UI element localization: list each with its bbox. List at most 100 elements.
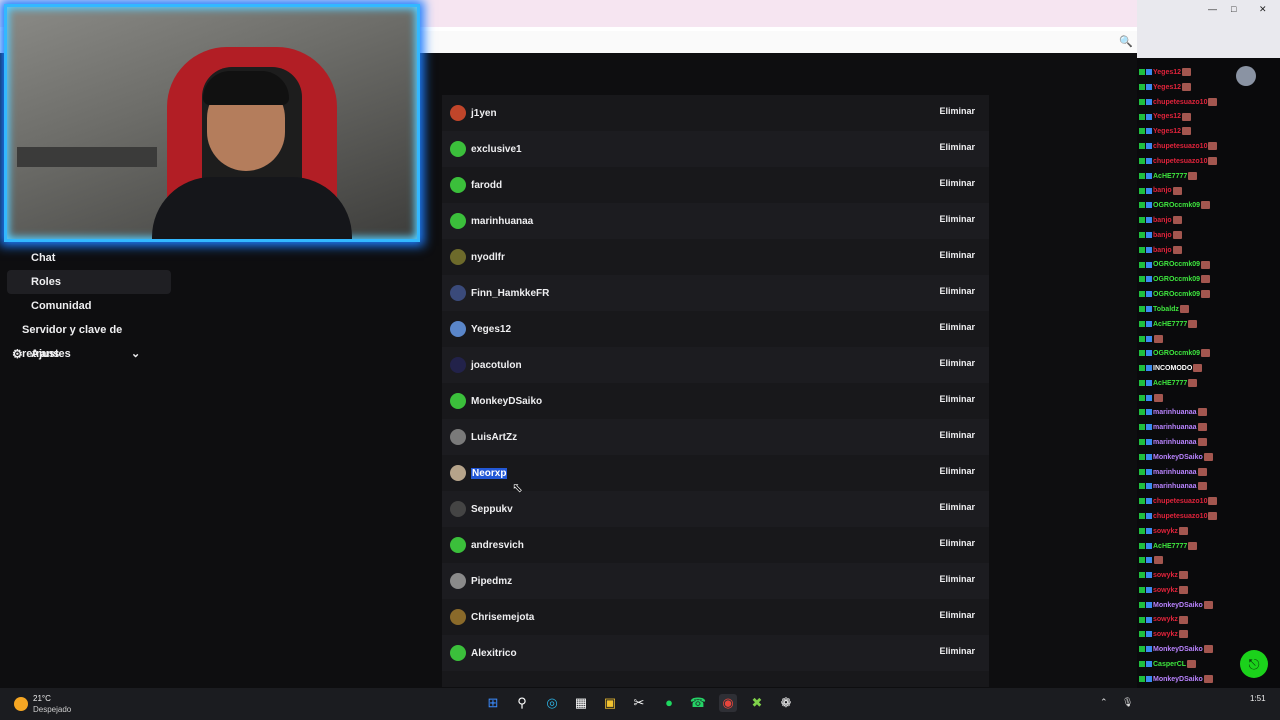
remove-user-button[interactable]: Eliminar	[939, 286, 975, 296]
chat-username[interactable]: marinhuanaa	[1153, 469, 1197, 476]
chat-username[interactable]: Yeges12	[1153, 113, 1181, 120]
chat-username[interactable]: Tobaldz	[1153, 306, 1179, 313]
avatar	[450, 537, 466, 553]
chat-username[interactable]: AcHE7777	[1153, 173, 1187, 180]
chat-username[interactable]: CasperCL	[1153, 661, 1186, 668]
app-icon[interactable]: ❁	[777, 694, 795, 712]
chat-username[interactable]: chupetesuazo10	[1153, 143, 1207, 150]
remove-user-button[interactable]: Eliminar	[939, 178, 975, 188]
chat-username[interactable]: sowykz	[1153, 631, 1178, 638]
chat-username[interactable]: MonkeyDSaiko	[1153, 646, 1203, 653]
chat-username[interactable]: marinhuanaa	[1153, 483, 1197, 490]
chevron-down-icon[interactable]: ⌄	[131, 342, 140, 366]
remove-user-button[interactable]: Eliminar	[939, 250, 975, 260]
headset-icon[interactable]: ⎋	[1240, 650, 1268, 678]
chat-username[interactable]: Yeges12	[1153, 128, 1181, 135]
chat-username[interactable]: OGROccmk09	[1153, 291, 1200, 298]
chat-username[interactable]: marinhuanaa	[1153, 409, 1197, 416]
username[interactable]: andresvich	[471, 540, 524, 551]
chat-username[interactable]: banjo	[1153, 232, 1172, 239]
magnifier-icon[interactable]: 🔍	[1119, 35, 1133, 48]
sidebar-item-roles[interactable]: Roles	[7, 270, 171, 294]
username[interactable]: Finn_HamkkeFR	[471, 288, 549, 299]
chat-username[interactable]: chupetesuazo10	[1153, 513, 1207, 520]
chat-username[interactable]: sowykz	[1153, 528, 1178, 535]
chat-username[interactable]: banjo	[1153, 187, 1172, 194]
chat-username[interactable]: sowykz	[1153, 616, 1178, 623]
chat-username[interactable]: marinhuanaa	[1153, 439, 1197, 446]
username[interactable]: nyodlfr	[471, 252, 505, 263]
username[interactable]: marinhuanaa	[471, 216, 533, 227]
chat-username[interactable]: MonkeyDSaiko	[1153, 454, 1203, 461]
chat-username[interactable]: MonkeyDSaiko	[1153, 676, 1203, 683]
taskbar-clock[interactable]: 1:51	[1250, 693, 1266, 704]
sidebar-item-chat[interactable]: Chat	[0, 246, 160, 270]
chat-username[interactable]: Yeges12	[1153, 69, 1181, 76]
username[interactable]: MonkeyDSaiko	[471, 396, 542, 407]
store-icon[interactable]: ▦	[572, 694, 590, 712]
username[interactable]: joacotulon	[471, 360, 522, 371]
sidebar-item-comunidad[interactable]: Comunidad	[0, 294, 160, 318]
chat-username[interactable]: OGROccmk09	[1153, 276, 1200, 283]
remove-user-button[interactable]: Eliminar	[939, 646, 975, 656]
chat-username[interactable]: Yeges12	[1153, 84, 1181, 91]
username[interactable]: Alexitrico	[471, 648, 517, 659]
whatsapp-icon[interactable]: ☎	[689, 694, 707, 712]
remove-user-button[interactable]: Eliminar	[939, 142, 975, 152]
avatar	[450, 429, 466, 445]
remove-user-button[interactable]: Eliminar	[939, 502, 975, 512]
chevron-up-icon[interactable]: ⌃	[1100, 697, 1108, 708]
minimize-icon[interactable]: —	[1208, 4, 1217, 14]
chat-username[interactable]: chupetesuazo10	[1153, 498, 1207, 505]
username[interactable]: LuisArtZz	[471, 432, 517, 443]
chat-username[interactable]: banjo	[1153, 217, 1172, 224]
chat-username[interactable]: MonkeyDSaiko	[1153, 602, 1203, 609]
chat-username[interactable]: sowykz	[1153, 572, 1178, 579]
remove-user-button[interactable]: Eliminar	[939, 610, 975, 620]
chat-username[interactable]: AcHE7777	[1153, 543, 1187, 550]
remove-user-button[interactable]: Eliminar	[939, 106, 975, 116]
file-explorer-icon[interactable]: ▣	[601, 694, 619, 712]
username[interactable]: j1yen	[471, 108, 497, 119]
username[interactable]: Neorxp	[471, 467, 508, 479]
chat-username[interactable]: OGROccmk09	[1153, 350, 1200, 357]
snipping-tool-icon[interactable]: ✂	[630, 694, 648, 712]
search-icon[interactable]: ⚲	[513, 694, 531, 712]
close-icon[interactable]: ✕	[1259, 4, 1267, 15]
username[interactable]: Seppukv	[471, 504, 513, 515]
username[interactable]: exclusive1	[471, 144, 522, 155]
username[interactable]: Yeges12	[471, 324, 511, 335]
username[interactable]: farodd	[471, 180, 502, 191]
remove-user-button[interactable]: Eliminar	[939, 466, 975, 476]
sidebar-item-server-key[interactable]: Servidor y clave de retrans	[0, 318, 160, 360]
remove-user-button[interactable]: Eliminar	[939, 574, 975, 584]
xbox-icon[interactable]: ✖	[748, 694, 766, 712]
username[interactable]: Chrisemejota	[471, 612, 534, 623]
avatar	[450, 285, 466, 301]
emote-icon	[1188, 319, 1198, 328]
maximize-icon[interactable]: □	[1231, 4, 1236, 14]
chat-username[interactable]: AcHE7777	[1153, 321, 1187, 328]
chat-username[interactable]: INCOMODO	[1153, 365, 1192, 372]
username[interactable]: Pipedmz	[471, 576, 512, 587]
microphone-icon[interactable]: 🎙	[1122, 697, 1133, 708]
remove-user-button[interactable]: Eliminar	[939, 430, 975, 440]
chat-username[interactable]: banjo	[1153, 247, 1172, 254]
remove-user-button[interactable]: Eliminar	[939, 394, 975, 404]
chat-username[interactable]: AcHE7777	[1153, 380, 1187, 387]
chrome-icon[interactable]: ◉	[719, 694, 737, 712]
chat-username[interactable]: marinhuanaa	[1153, 424, 1197, 431]
chat-username[interactable]: OGROccmk09	[1153, 261, 1200, 268]
remove-user-button[interactable]: Eliminar	[939, 358, 975, 368]
remove-user-button[interactable]: Eliminar	[939, 322, 975, 332]
sidebar-item-settings[interactable]: ⚙ Ajustes ⌄	[0, 342, 160, 366]
chat-username[interactable]: sowykz	[1153, 587, 1178, 594]
edge-icon[interactable]: ◎	[543, 694, 561, 712]
remove-user-button[interactable]: Eliminar	[939, 538, 975, 548]
spotify-icon[interactable]: ●	[660, 694, 678, 712]
chat-username[interactable]: chupetesuazo10	[1153, 158, 1207, 165]
chat-username[interactable]: chupetesuazo10	[1153, 99, 1207, 106]
remove-user-button[interactable]: Eliminar	[939, 214, 975, 224]
windows-start-icon[interactable]: ⊞	[484, 694, 502, 712]
chat-username[interactable]: OGROccmk09	[1153, 202, 1200, 209]
